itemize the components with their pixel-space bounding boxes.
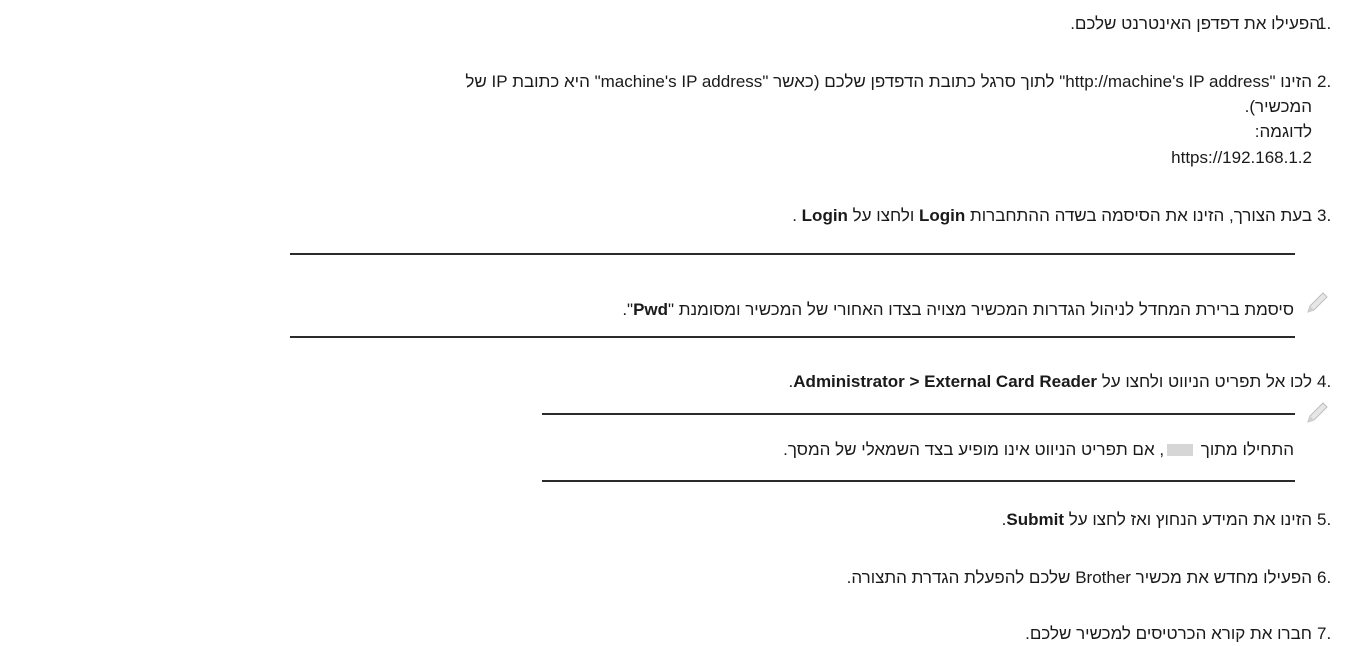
step-1-number: 1. <box>1317 14 1332 33</box>
note-2-text: התחילו מתוך , אם תפריט הניווט אינו מופיע… <box>783 440 1294 459</box>
step-7-text: חברו את קורא הכרטיסים למכשיר שלכם. <box>1025 624 1312 643</box>
step-2-number: 2. <box>1317 72 1332 91</box>
note-1-text: סיסמת ברירת המחדל לניהול הגדרות המכשיר מ… <box>622 300 1294 319</box>
step-6-text: הפעילו מחדש את מכשיר Brother שלכם להפעלת… <box>846 568 1312 587</box>
step-3-text: בעת הצורך, הזינו את הסיסמה בשדה ההתחברות… <box>792 206 1312 225</box>
admin-path: Administrator > External Card Reader <box>793 372 1098 391</box>
step-4-number: 4. <box>1317 372 1332 391</box>
step-5-text: הזינו את המידע הנחוץ ואז לחצו על Submit. <box>1001 510 1312 529</box>
step-4-text: לכו אל תפריט הניווט ולחצו על Administrat… <box>788 372 1312 391</box>
note-1-bottom-rule <box>290 336 1295 338</box>
step-6-number: 6. <box>1317 568 1332 587</box>
step-5-number: 5. <box>1317 510 1332 529</box>
step-1-text: הפעילו את דפדפן האינטרנט שלכם. <box>1070 14 1320 33</box>
note-2-top-rule <box>542 413 1295 415</box>
step-3-number: 3. <box>1317 206 1332 225</box>
step-2-example-url: https://192.168.1.2 <box>1171 148 1312 167</box>
pencil-note-icon <box>1307 402 1328 423</box>
note-1-top-rule <box>290 253 1295 255</box>
menu-icon <box>1167 444 1194 456</box>
pencil-note-icon <box>1307 292 1328 313</box>
note-2-bottom-rule <box>542 480 1295 482</box>
login-field-name: Login <box>918 206 966 225</box>
pwd-label: Pwd <box>633 300 669 319</box>
login-button-name: Login <box>801 206 848 225</box>
submit-label: Submit <box>1006 510 1065 529</box>
step-7-number: 7. <box>1317 624 1332 643</box>
step-2-example-label: לדוגמה: <box>1254 122 1312 141</box>
step-2-line2: המכשיר). <box>1244 97 1312 116</box>
step-2-line1: הזינו "http://machine's IP address" לתוך… <box>465 72 1312 91</box>
